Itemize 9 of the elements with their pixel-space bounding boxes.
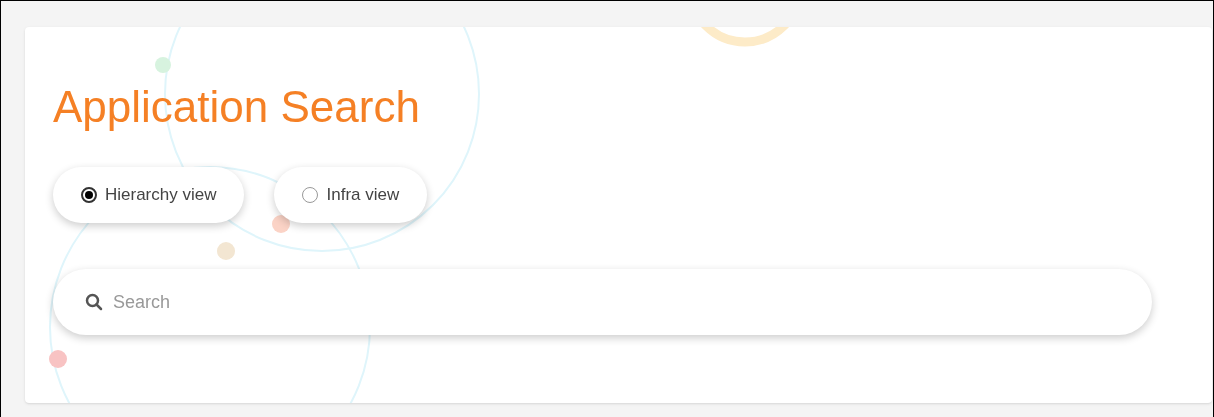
view-radio-option[interactable]: Infra view (274, 167, 428, 223)
decorative-dot (155, 57, 171, 73)
decorative-dot (272, 215, 290, 233)
view-radio-option[interactable]: Hierarchy view (53, 167, 245, 223)
decorative-dot (217, 242, 235, 260)
page-title: Application Search (53, 81, 420, 133)
decorative-dot (49, 350, 67, 368)
search-icon (85, 293, 103, 311)
search-field[interactable]: Search (53, 269, 1152, 335)
